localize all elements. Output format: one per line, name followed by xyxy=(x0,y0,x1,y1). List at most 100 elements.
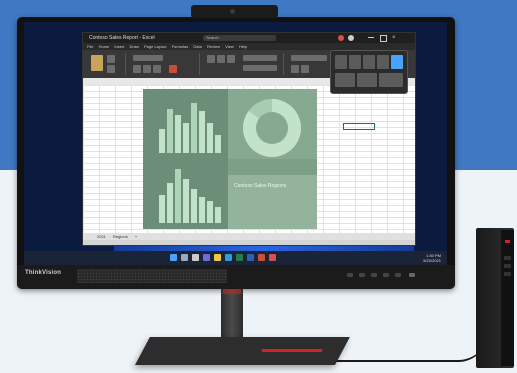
snap-zone-active[interactable] xyxy=(391,55,403,69)
control-button[interactable] xyxy=(371,273,377,277)
monitor-chin: ThinkVision xyxy=(17,265,455,289)
align-center-button[interactable] xyxy=(217,55,225,63)
search-icon[interactable] xyxy=(181,254,188,261)
tab-home[interactable]: Home xyxy=(99,44,110,49)
bold-button[interactable] xyxy=(133,65,141,73)
monitor-screen: Contoso Sales Report - Excel Search File… xyxy=(24,22,447,265)
bar xyxy=(199,197,205,223)
bar xyxy=(215,207,221,223)
edge-icon[interactable] xyxy=(225,254,232,261)
number-format-select[interactable] xyxy=(291,55,327,61)
font-selector[interactable] xyxy=(133,55,163,61)
sheet-tab-2021[interactable]: 2021 xyxy=(97,234,106,239)
bar xyxy=(191,103,197,153)
front-controls xyxy=(347,273,427,279)
tab-data[interactable]: Data xyxy=(193,44,201,49)
bar xyxy=(167,109,173,153)
control-button[interactable] xyxy=(347,273,353,277)
control-button[interactable] xyxy=(359,273,365,277)
tab-view[interactable]: View xyxy=(225,44,234,49)
bar xyxy=(159,195,165,223)
dashboard-title: Contoso Sales Regions xyxy=(234,183,287,189)
control-button[interactable] xyxy=(383,273,389,277)
sales-regions-card: Contoso Sales Regions xyxy=(228,175,317,229)
minimize-icon[interactable] xyxy=(368,37,374,38)
snap-zone[interactable] xyxy=(335,73,355,87)
snap-zone[interactable] xyxy=(357,73,377,87)
taskbar-clock[interactable]: 1:30 PM 5/20/2021 xyxy=(423,253,441,263)
windows-start-icon[interactable] xyxy=(170,254,177,261)
bar xyxy=(167,183,173,223)
speaker-grille xyxy=(77,269,227,283)
ribbon-tabs: File Home Insert Draw Page Layout Formul… xyxy=(83,43,415,50)
tab-page-layout[interactable]: Page Layout xyxy=(144,44,166,49)
percent-button[interactable] xyxy=(301,65,309,73)
tab-draw[interactable]: Draw xyxy=(130,44,139,49)
align-left-button[interactable] xyxy=(207,55,215,63)
align-right-button[interactable] xyxy=(227,55,235,63)
tab-insert[interactable]: Insert xyxy=(114,44,124,49)
control-button[interactable] xyxy=(395,273,401,277)
snap-zone[interactable] xyxy=(349,55,361,69)
snap-zone[interactable] xyxy=(379,73,403,87)
tab-file[interactable]: File xyxy=(87,44,93,49)
bar xyxy=(215,135,221,153)
excel-icon[interactable] xyxy=(236,254,243,261)
copy-button[interactable] xyxy=(107,65,115,73)
bar xyxy=(199,111,205,153)
avatar[interactable] xyxy=(348,35,354,41)
search-input[interactable]: Search xyxy=(203,35,276,41)
cut-button[interactable] xyxy=(107,55,115,63)
upper-bar-chart xyxy=(159,97,229,153)
add-sheet-button[interactable]: + xyxy=(135,234,137,239)
bar xyxy=(175,169,181,223)
wrap-text-button[interactable] xyxy=(243,55,277,61)
window-title: Contoso Sales Report - Excel xyxy=(89,35,155,41)
clipboard-group xyxy=(87,53,126,75)
donut-chart-center xyxy=(256,112,288,144)
monitor-stand-neck xyxy=(221,289,243,341)
paste-button[interactable] xyxy=(91,55,103,71)
selected-cell[interactable] xyxy=(343,123,375,130)
usb-port xyxy=(504,264,511,268)
snap-zone[interactable] xyxy=(377,55,389,69)
bar xyxy=(207,201,213,223)
italic-button[interactable] xyxy=(143,65,151,73)
tower-front-panel xyxy=(501,230,514,366)
tab-review[interactable]: Review xyxy=(207,44,220,49)
sheet-tab-regions[interactable]: Regions xyxy=(113,234,128,239)
lower-bar-chart xyxy=(159,165,229,223)
word-icon[interactable] xyxy=(247,254,254,261)
task-view-icon[interactable] xyxy=(192,254,199,261)
font-group xyxy=(129,53,200,75)
tab-help[interactable]: Help xyxy=(239,44,247,49)
tab-formulas[interactable]: Formulas xyxy=(172,44,189,49)
stand-accent xyxy=(223,289,241,294)
font-color-button[interactable] xyxy=(169,65,177,73)
file-explorer-icon[interactable] xyxy=(214,254,221,261)
underline-button[interactable] xyxy=(153,65,161,73)
bar xyxy=(191,189,197,223)
bar xyxy=(207,123,213,153)
usb-port xyxy=(504,256,511,260)
teams-icon[interactable] xyxy=(203,254,210,261)
bar xyxy=(183,123,189,153)
close-icon[interactable]: × xyxy=(392,34,396,42)
app-icon[interactable] xyxy=(269,254,276,261)
merge-center-button[interactable] xyxy=(243,65,277,71)
tower-led xyxy=(505,240,510,243)
alignment-group xyxy=(203,53,284,75)
currency-button[interactable] xyxy=(291,65,299,73)
sheet-tabs: 2021 Regions + xyxy=(83,233,415,240)
snap-zone[interactable] xyxy=(335,55,347,69)
powerpoint-icon[interactable] xyxy=(258,254,265,261)
maximize-icon[interactable] xyxy=(380,35,387,42)
record-icon[interactable] xyxy=(338,35,344,41)
status-bar xyxy=(83,240,415,245)
base-accent xyxy=(262,349,322,352)
snap-zone[interactable] xyxy=(363,55,375,69)
bar xyxy=(159,129,165,153)
brand-logo: ThinkVision xyxy=(25,270,62,276)
power-button[interactable] xyxy=(409,273,415,277)
donut-legend xyxy=(228,159,317,175)
